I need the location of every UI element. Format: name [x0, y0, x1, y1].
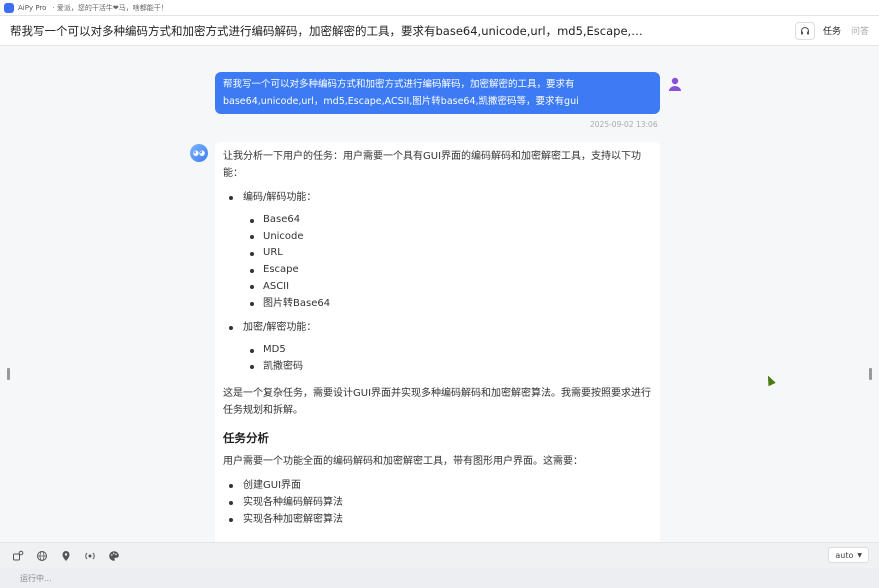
headphones-button[interactable]: [794, 21, 815, 40]
list-item-group: 加密/解密功能：: [223, 319, 652, 336]
status-bar: 运行中...: [0, 568, 879, 588]
tab-ask[interactable]: 问答: [851, 24, 869, 37]
list-item: 实现各种加密解密算法: [223, 511, 652, 528]
list-item: 创建GUI界面: [223, 477, 652, 494]
user-avatar-icon: [669, 77, 681, 91]
assistant-intro: 让我分析一下用户的任务：用户需要一个具有GUI界面的编码解码和加密解密工具，支持…: [223, 151, 642, 179]
right-panel-resize-handle[interactable]: [869, 368, 872, 380]
task-list: 创建GUI界面 实现各种编码解码算法 实现各种加密解密算法: [223, 477, 652, 528]
list-item: 实现各种编码解码算法: [223, 494, 652, 511]
list-item-group: 编码/解码功能：: [223, 189, 652, 206]
globe-icon[interactable]: [36, 550, 48, 562]
list-item: URL: [223, 245, 652, 262]
assistant-avatar-icon: ◕◕: [190, 144, 208, 162]
chevron-down-icon: ▼: [857, 551, 862, 559]
plugin-icon[interactable]: [12, 550, 24, 562]
left-panel-resize-handle[interactable]: [7, 368, 10, 380]
tab-task[interactable]: 任务: [823, 24, 841, 37]
conversation-header: 帮我写一个可以对多种编码方式和加密方式进行编码解码，加密解密的工具，要求有bas…: [0, 16, 879, 46]
encryption-list: MD5 凯撒密码: [223, 342, 652, 375]
list-item: Base64: [223, 212, 652, 229]
feature-list: 加密/解密功能：: [223, 319, 652, 336]
network-icon[interactable]: [84, 550, 96, 562]
location-icon[interactable]: [60, 550, 72, 562]
list-item: Escape: [223, 262, 652, 279]
headphones-icon: [800, 26, 809, 34]
palette-icon[interactable]: [108, 550, 120, 562]
assistant-message-card: 让我分析一下用户的任务：用户需要一个具有GUI界面的编码解码和加密解密工具，支持…: [215, 142, 660, 542]
list-item: Unicode: [223, 229, 652, 246]
app-logo-icon: [4, 2, 14, 13]
section-heading: 任务分析: [223, 430, 269, 445]
user-message-line: base64,unicode,url，md5,Escape,ACSII,图片转b…: [223, 96, 579, 107]
list-item: 凯撒密码: [223, 359, 652, 376]
window-titlebar: AiPy Pro · 爱派，您的干活牛❤马，啥都能干！: [0, 0, 879, 16]
list-item: ASCII: [223, 279, 652, 296]
message-timestamp: 2025-09-02 13:06: [590, 120, 658, 129]
status-text: 运行中...: [20, 573, 52, 583]
mode-tabs: 任务 问答: [823, 24, 869, 37]
app-status-text: · 爱派，您的干活牛❤马，啥都能干！: [52, 3, 168, 12]
input-toolbar: auto ▼: [0, 542, 879, 568]
feature-list: 编码/解码功能：: [223, 189, 652, 206]
mode-select[interactable]: auto ▼: [828, 547, 869, 563]
user-message-line: 帮我写一个可以对多种编码方式和加密方式进行编码解码，加密解密的工具，要求有: [223, 79, 575, 90]
list-item: 图片转Base64: [223, 296, 652, 313]
mouse-cursor-icon: [764, 373, 776, 387]
list-item: MD5: [223, 342, 652, 359]
user-message-bubble: 帮我写一个可以对多种编码方式和加密方式进行编码解码，加密解密的工具，要求有 ba…: [215, 72, 660, 114]
app-name: AiPy Pro: [18, 3, 47, 12]
encoding-list: Base64 Unicode URL Escape ASCII 图片转Base6…: [223, 212, 652, 312]
mode-select-value: auto: [835, 550, 854, 560]
conversation-title: 帮我写一个可以对多种编码方式和加密方式进行编码解码，加密解密的工具，要求有bas…: [10, 23, 650, 38]
assistant-summary: 这是一个复杂任务，需要设计GUI界面并实现多种编码解码和加密解密算法。我需要按照…: [223, 387, 652, 416]
chat-area[interactable]: 帮我写一个可以对多种编码方式和加密方式进行编码解码，加密解密的工具，要求有 ba…: [0, 46, 879, 542]
section-intro: 用户需要一个功能全面的编码解码和加密解密工具，带有图形用户界面。这需要：: [223, 455, 583, 467]
